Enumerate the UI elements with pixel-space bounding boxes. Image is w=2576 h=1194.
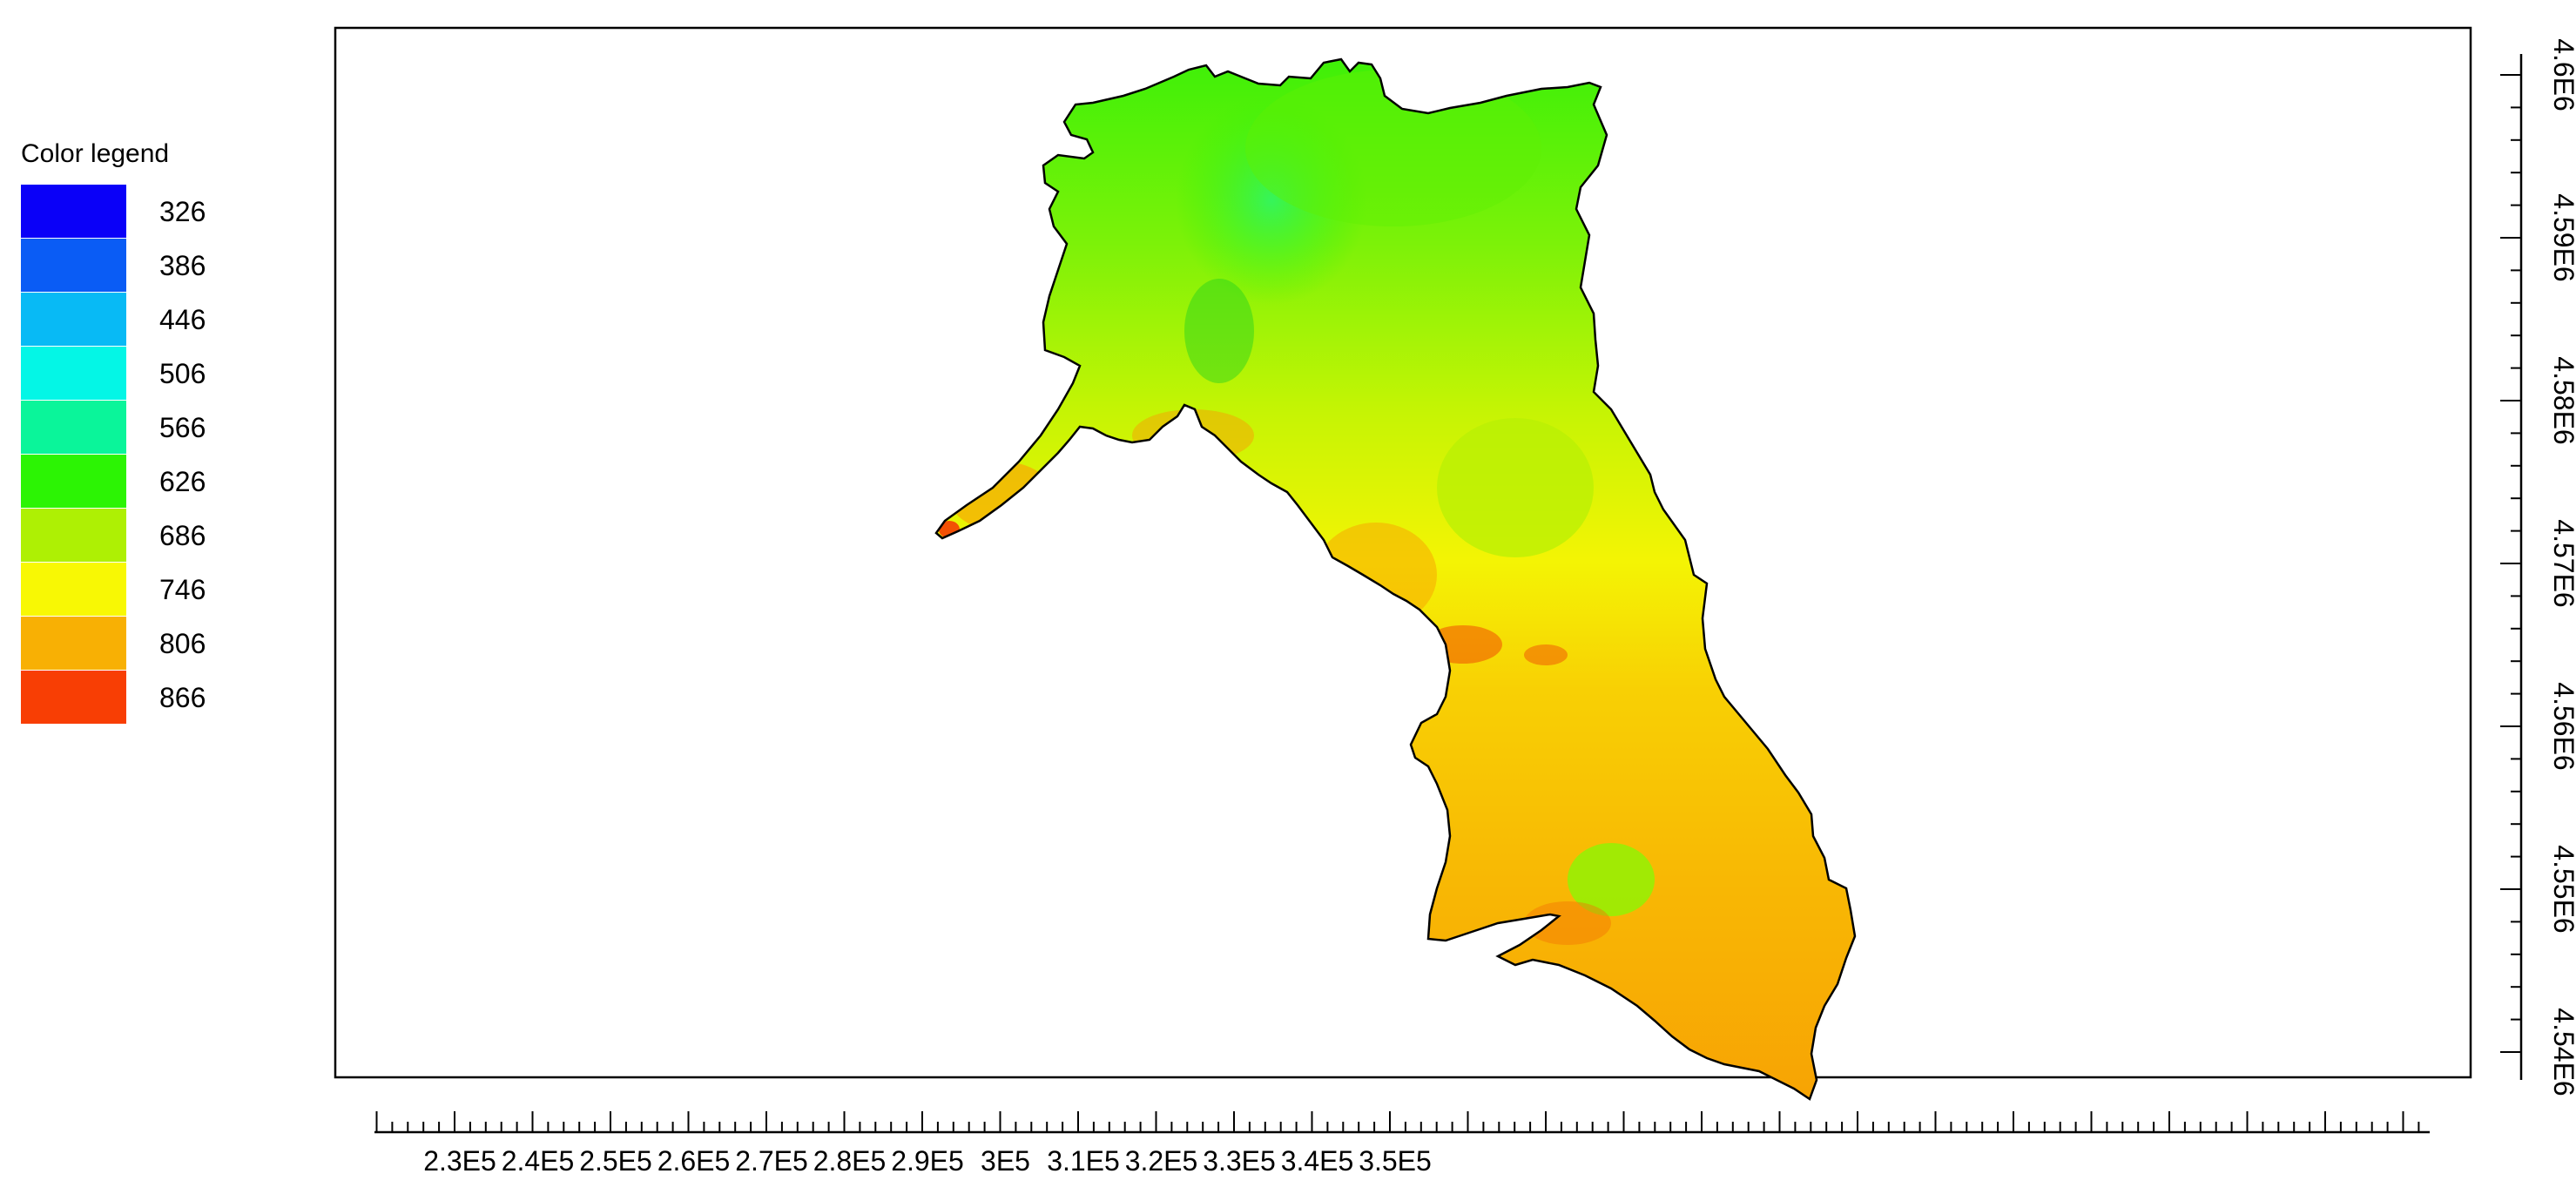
x-tick-label: 3.2E5 [1125,1145,1198,1177]
x-tick-label: 3.3E5 [1203,1145,1276,1177]
y-tick-label: 4.59E6 [2548,193,2576,281]
x-tick-label: 3.4E5 [1281,1145,1354,1177]
x-tick-label: 2.5E5 [579,1145,652,1177]
x-tick-label: 2.4E5 [502,1145,575,1177]
y-tick-label: 4.56E6 [2548,682,2576,770]
x-tick-label: 3.1E5 [1047,1145,1120,1177]
y-tick-label: 4.55E6 [2548,845,2576,933]
x-tick-label: 2.8E5 [813,1145,887,1177]
y-tick-label: 4.54E6 [2548,1008,2576,1096]
x-tick-label: 2.7E5 [735,1145,808,1177]
y-axis: 4.6E6 4.59E6 4.58E6 4.57E6 4.56E6 4.55E6 4.54E… [2500,38,2576,1096]
map-area: 2.3E5 2.4E5 2.5E5 2.6E5 2.7E5 2.8E5 2.9E5 3E5 3.… [334,26,2576,1177]
y-tick-label: 4.6E6 [2548,38,2576,111]
x-tick-label: 2.9E5 [891,1145,964,1177]
y-tick-label: 4.58E6 [2548,356,2576,444]
x-tick-label: 3.5E5 [1359,1145,1432,1177]
x-tick-label: 3E5 [981,1145,1030,1177]
x-tick-label: 2.6E5 [657,1145,731,1177]
y-tick-label: 4.57E6 [2548,519,2576,607]
x-tick-label: 2.3E5 [423,1145,496,1177]
x-axis: 2.3E5 2.4E5 2.5E5 2.6E5 2.7E5 2.8E5 2.9E5 3E5 3.… [374,1111,2430,1177]
